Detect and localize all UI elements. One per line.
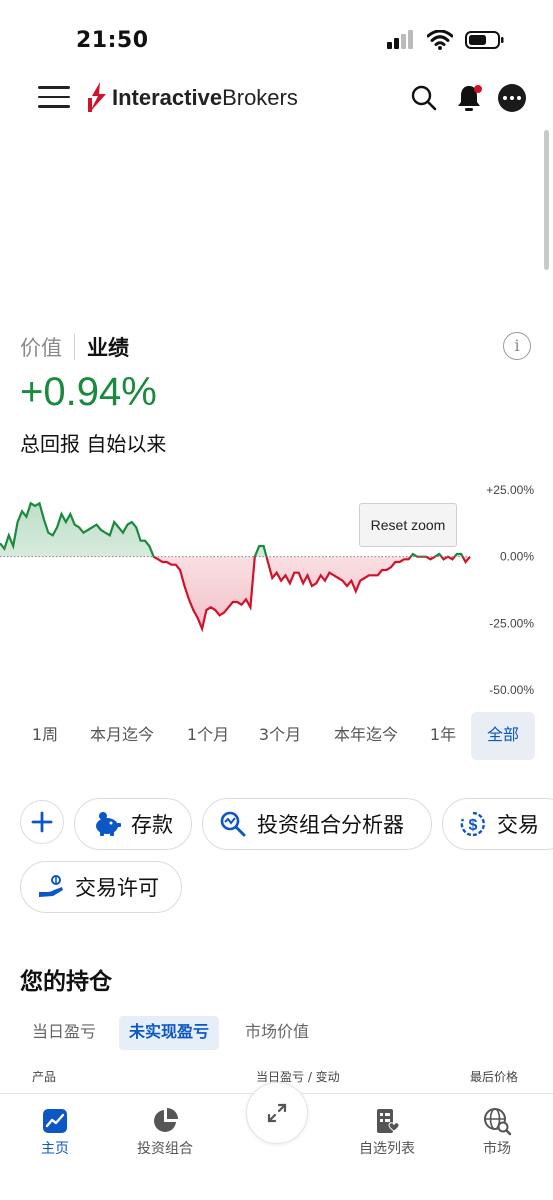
info-icon[interactable]: i	[503, 332, 531, 360]
total-return-value: +0.94%	[20, 370, 157, 414]
total-return-label: 总回报 自始以来	[20, 432, 167, 456]
y-tick-label: +25.00%	[486, 483, 534, 497]
home-chart-icon	[10, 1104, 100, 1138]
status-time: 21:50	[76, 28, 149, 53]
range-all[interactable]: 全部	[471, 712, 535, 760]
notifications-button[interactable]	[454, 82, 484, 118]
nav-home[interactable]: 主页	[10, 1104, 100, 1158]
watchlist-icon	[342, 1104, 432, 1138]
more-dot-icon	[510, 96, 514, 100]
more-dot-icon	[503, 96, 507, 100]
svg-text:$: $	[469, 817, 478, 834]
search-button[interactable]	[410, 84, 438, 116]
add-button[interactable]	[20, 800, 64, 844]
cellular-signal-icon	[387, 30, 413, 49]
range-mtd[interactable]: 本月迄今	[80, 712, 164, 760]
holdings-title: 您的持仓	[20, 969, 112, 995]
nav-portfolio-label: 投资组合	[137, 1141, 193, 1157]
tab-market-value[interactable]: 市场价值	[235, 1016, 319, 1050]
y-tick-label: -50.00%	[489, 683, 534, 697]
portfolio-analyzer-label: 投资组合分析器	[257, 813, 404, 837]
y-tick-label: -25.00%	[489, 616, 534, 630]
wifi-icon	[427, 30, 453, 50]
performance-tabs: 价值 业绩	[20, 332, 129, 362]
logo-light: Brokers	[222, 85, 298, 110]
status-icons	[387, 30, 505, 50]
piggy-bank-icon	[93, 811, 121, 837]
arrows-expand-icon	[267, 1103, 287, 1123]
tab-unrealized-pnl[interactable]: 未实现盈亏	[119, 1016, 220, 1050]
tab-value[interactable]: 价值	[20, 332, 62, 362]
bell-icon	[458, 85, 482, 111]
trade-button[interactable]: $ 交易	[442, 798, 553, 850]
range-1y[interactable]: 1年	[420, 712, 466, 760]
column-product[interactable]: 产品	[32, 1068, 56, 1085]
plus-icon	[31, 811, 53, 833]
permission-hand-icon	[37, 874, 65, 900]
more-options-button[interactable]	[498, 84, 526, 112]
tab-daily-pnl[interactable]: 当日盈亏	[22, 1016, 106, 1050]
tab-divider	[74, 334, 75, 360]
range-1w[interactable]: 1周	[18, 712, 72, 760]
more-dot-icon	[517, 96, 521, 100]
dollar-circle-icon: $	[459, 810, 487, 838]
ib-logo-mark-icon	[88, 82, 106, 112]
page-scrollbar[interactable]	[544, 130, 549, 270]
range-1m[interactable]: 1个月	[176, 712, 240, 760]
performance-chart[interactable]: +25.00% 0.00% -25.00% -50.00%	[0, 470, 553, 710]
trade-label: 交易	[497, 813, 539, 837]
ib-logo: InteractiveBrokers	[88, 82, 298, 114]
y-axis-ticks: +25.00% 0.00% -25.00% -50.00%	[486, 483, 534, 697]
quick-trade-button[interactable]	[246, 1082, 308, 1144]
status-bar: 21:50	[0, 0, 553, 78]
menu-line	[38, 95, 70, 98]
trade-permission-button[interactable]: 交易许可	[20, 861, 182, 913]
range-3m[interactable]: 3个月	[248, 712, 312, 760]
nav-watchlist-label: 自选列表	[359, 1141, 415, 1157]
ib-logo-text: InteractiveBrokers	[112, 85, 298, 111]
time-range-selector: 1周 本月迄今 1个月 3个月 本年迄今 1年 全部	[0, 712, 553, 760]
bottom-navigation: 主页 投资组合 自选列表 市场	[0, 1082, 553, 1200]
range-ytd[interactable]: 本年迄今	[322, 712, 410, 760]
nav-portfolio[interactable]: 投资组合	[120, 1104, 210, 1158]
globe-search-icon	[452, 1104, 542, 1138]
y-tick-label: 0.00%	[500, 550, 534, 564]
portfolio-analyzer-button[interactable]: 投资组合分析器	[202, 798, 432, 850]
pie-chart-icon	[120, 1104, 210, 1138]
logo-bold: Interactive	[112, 85, 223, 110]
deposit-label: 存款	[131, 813, 173, 837]
analyzer-magnifier-icon	[219, 810, 247, 838]
app-header: InteractiveBrokers	[0, 78, 553, 124]
nav-watchlist[interactable]: 自选列表	[342, 1104, 432, 1158]
nav-markets[interactable]: 市场	[452, 1104, 542, 1158]
nav-markets-label: 市场	[483, 1141, 511, 1157]
menu-line	[38, 105, 70, 108]
menu-button[interactable]	[38, 86, 70, 112]
battery-icon	[465, 31, 504, 49]
menu-line	[38, 86, 70, 89]
trade-permission-label: 交易许可	[75, 876, 159, 900]
reset-zoom-button[interactable]: Reset zoom	[359, 503, 457, 547]
nav-home-label: 主页	[41, 1141, 69, 1157]
deposit-button[interactable]: 存款	[74, 798, 192, 850]
search-icon	[411, 85, 437, 111]
tab-performance[interactable]: 业绩	[87, 332, 129, 362]
column-last-price[interactable]: 最后价格	[470, 1068, 518, 1085]
